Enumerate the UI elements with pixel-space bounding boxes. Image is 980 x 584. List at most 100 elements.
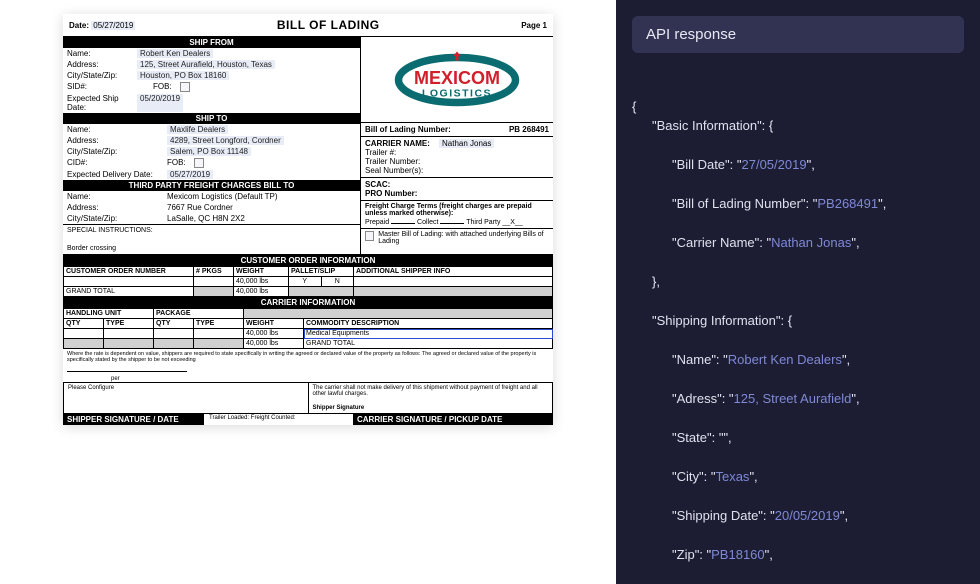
customer-order-table: CUSTOMER ORDER NUMBER # PKGS WEIGHT PALL… xyxy=(63,266,553,297)
sf-fob-checkbox[interactable] xyxy=(180,82,190,92)
tp-name-label: Name: xyxy=(67,192,159,201)
prepaid-blank[interactable] xyxy=(391,223,415,224)
st-address: 4289, Street Longford, Cordner xyxy=(167,136,284,145)
per-line[interactable] xyxy=(67,371,187,372)
trailer-no-label: Trailer #: xyxy=(365,148,396,157)
co-pallet-n: N xyxy=(321,277,354,287)
table-row: GRAND TOTAL 40,000 lbs xyxy=(64,287,553,297)
left-column: SHIP FROM Name: Robert Ken Dealers Addres… xyxy=(63,37,361,254)
carrier-info-header: CARRIER INFORMATION xyxy=(63,297,553,308)
ci-grand: GRAND TOTAL xyxy=(304,339,553,349)
sf-name: Robert Ken Dealers xyxy=(137,49,213,58)
tp-name: Mexicom Logistics (Default TP) xyxy=(167,192,278,201)
ci-row-weight: 40,000 lbs xyxy=(244,329,304,339)
co-pallet-y: Y xyxy=(289,277,322,287)
co-weight: 40,000 lbs xyxy=(234,277,289,287)
ci-qty1: QTY xyxy=(64,319,104,329)
co-col-order: CUSTOMER ORDER NUMBER xyxy=(64,267,194,277)
thirdparty-label: Third Party __X__ xyxy=(466,219,522,226)
document-pane: Date: 05/27/2019 BILL OF LADING Page 1 S… xyxy=(0,0,616,584)
co-col-weight: WEIGHT xyxy=(234,267,289,277)
prepaid-label: Prepaid xyxy=(365,219,389,226)
sf-name-label: Name: xyxy=(67,49,129,58)
ci-qty2: QTY xyxy=(154,319,194,329)
bottom-split: Please Configure The carrier shall not m… xyxy=(63,382,553,414)
third-party-header: THIRD PARTY FREIGHT CHARGES BILL TO xyxy=(63,180,360,191)
json-output: { "Basic Information": { "Bill Date": "2… xyxy=(632,77,964,584)
st-exp-label: Expected Delivery Date: xyxy=(67,170,159,179)
collect-blank[interactable] xyxy=(440,223,464,224)
ci-weight-col: WEIGHT xyxy=(244,319,304,329)
tp-address: 7667 Rue Cordner xyxy=(167,203,233,212)
bill-of-lading-page: Date: 05/27/2019 BILL OF LADING Page 1 S… xyxy=(63,14,553,425)
co-col-pkgs: # PKGS xyxy=(194,267,234,277)
seal-label: Seal Number(s): xyxy=(365,166,423,175)
st-csz-label: City/State/Zip: xyxy=(67,147,159,156)
mexicom-logo-icon: MEXICOM LOGISTICS xyxy=(377,50,537,110)
customer-order-header: CUSTOMER ORDER INFORMATION xyxy=(63,254,553,266)
carrier-block: CARRIER NAME:Nathan Jonas Trailer #: Tra… xyxy=(361,137,553,178)
st-fob-checkbox[interactable] xyxy=(194,158,204,168)
sig-carrier: CARRIER SIGNATURE / PICKUP DATE xyxy=(353,414,553,425)
logo-box: MEXICOM LOGISTICS xyxy=(361,37,553,123)
master-bol-row: Master Bill of Lading: with attached und… xyxy=(361,228,553,247)
sig-trailer: Trailer Loaded: Freight Counted: xyxy=(205,414,353,425)
collect-label: Collect xyxy=(417,219,438,226)
special-text: Border crossing xyxy=(67,245,356,252)
sf-exp: 05/20/2019 xyxy=(137,94,183,112)
sf-csz: Houston, PO Box 18160 xyxy=(137,71,229,80)
tp-csz: LaSalle, QC H8N 2X2 xyxy=(167,214,245,223)
header-row: Date: 05/27/2019 BILL OF LADING Page 1 xyxy=(63,14,553,37)
scac-block: SCAC: PRO Number: xyxy=(361,178,553,201)
tp-address-label: Address: xyxy=(67,203,159,212)
scac-label: SCAC: xyxy=(365,180,433,189)
table-row: 40,000 lbs Y N xyxy=(64,277,553,287)
date-label: Date: xyxy=(69,21,89,30)
api-panel: API response { "Basic Information": { "B… xyxy=(616,0,980,584)
st-csz: Salem, PO Box 11148 xyxy=(167,147,251,156)
page-number: Page 1 xyxy=(521,21,547,30)
ci-type1: TYPE xyxy=(104,319,154,329)
st-name-label: Name: xyxy=(67,125,159,134)
pro-label: PRO Number: xyxy=(365,189,433,198)
table-row: 40,000 lbs Medical Equipments xyxy=(64,329,553,339)
sf-exp-label: Expected Ship Date: xyxy=(67,94,129,112)
svg-text:MEXICOM: MEXICOM xyxy=(414,67,500,87)
st-fob-label: FOB: xyxy=(167,158,186,168)
sf-sid-label: SID#: xyxy=(67,82,129,92)
bol-value: PB 268491 xyxy=(509,125,549,134)
sf-address-label: Address: xyxy=(67,60,129,69)
ci-commodity-col: COMMODITY DESCRIPTION xyxy=(304,319,553,329)
sf-address: 125, Street Aurafield, Houston, Texas xyxy=(137,60,275,69)
fineprint: Where the rate is dependent on value, sh… xyxy=(63,349,553,365)
ci-package: PACKAGE xyxy=(154,309,244,319)
freight-terms-header: Freight Charge Terms (freight charges ar… xyxy=(365,203,549,217)
right-column: MEXICOM LOGISTICS Bill of Lading Number:… xyxy=(361,37,553,254)
sf-fob-label: FOB: xyxy=(153,82,172,92)
carrier-name: Nathan Jonas xyxy=(439,139,494,148)
ci-type2: TYPE xyxy=(194,319,244,329)
ship-from-header: SHIP FROM xyxy=(63,37,360,48)
sf-csz-label: City/State/Zip: xyxy=(67,71,129,80)
ci-grand-weight: 40,000 lbs xyxy=(244,339,304,349)
disclaimer-box: The carrier shall not make delivery of t… xyxy=(308,382,554,414)
configure-box: Please Configure xyxy=(63,382,308,414)
master-bol-checkbox[interactable] xyxy=(365,231,374,241)
ci-row-desc: Medical Equipments xyxy=(304,329,553,339)
date-value: 05/27/2019 xyxy=(91,21,135,30)
special-label: SPECIAL INSTRUCTIONS: xyxy=(67,227,356,234)
co-grand-label: GRAND TOTAL xyxy=(64,287,194,297)
special-instructions: SPECIAL INSTRUCTIONS: Border crossing xyxy=(63,224,360,254)
st-name: Maxlife Dealers xyxy=(167,125,228,134)
tp-csz-label: City/State/Zip: xyxy=(67,214,159,223)
ship-to-header: SHIP TO xyxy=(63,113,360,124)
page-title: BILL OF LADING xyxy=(277,18,380,32)
co-col-addl: ADDITIONAL SHIPPER INFO xyxy=(354,267,553,277)
st-exp: 05/27/2019 xyxy=(167,170,213,179)
api-header: API response xyxy=(632,16,964,53)
bol-label: Bill of Lading Number: xyxy=(365,125,451,134)
shipper-sig-label: Shipper Signature xyxy=(313,405,549,411)
disclaimer-text: The carrier shall not make delivery of t… xyxy=(313,385,549,397)
sig-shipper: SHIPPER SIGNATURE / DATE xyxy=(63,414,205,425)
table-row: 40,000 lbs GRAND TOTAL xyxy=(64,339,553,349)
